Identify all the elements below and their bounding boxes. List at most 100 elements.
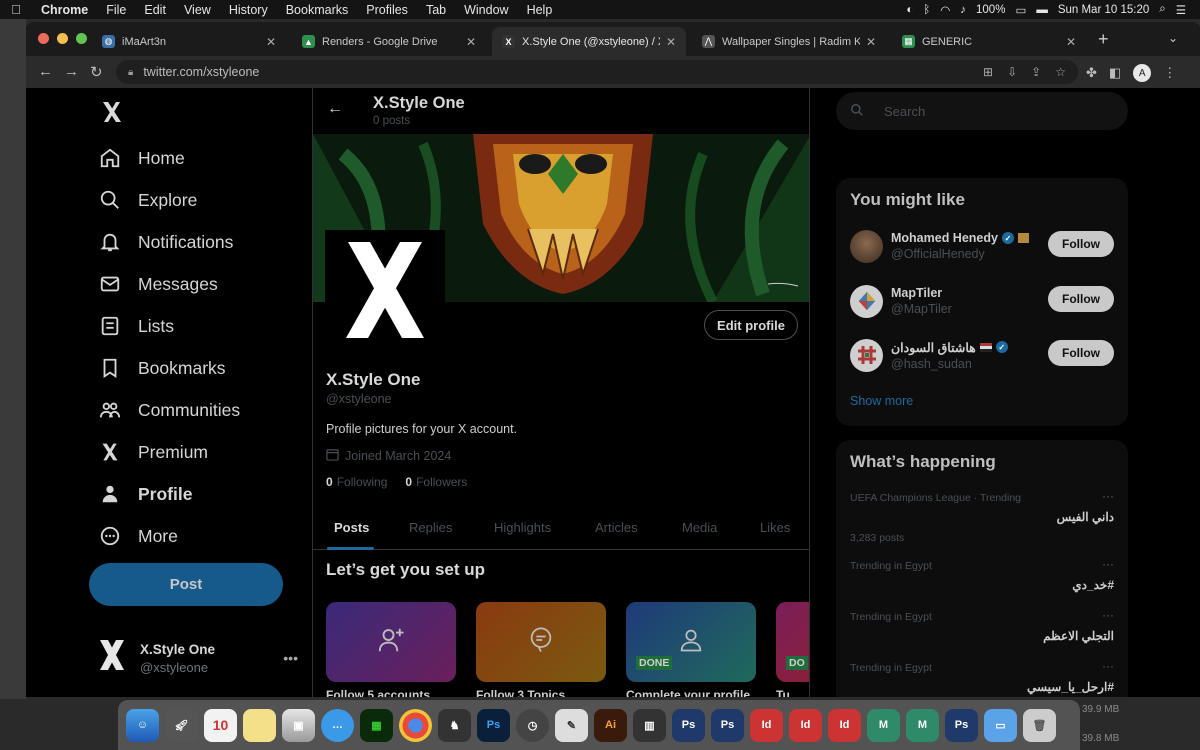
- back-button[interactable]: ←: [38, 63, 53, 80]
- tab-highlights[interactable]: Highlights: [494, 520, 551, 535]
- indd-file-icon[interactable]: Id: [789, 708, 822, 742]
- calendar-icon[interactable]: 10: [204, 708, 237, 742]
- psd-file-icon[interactable]: Ps: [945, 708, 978, 742]
- new-tab-button[interactable]: +: [1098, 29, 1109, 50]
- site-info-icon[interactable]: 🔒︎: [128, 67, 133, 78]
- url-text[interactable]: twitter.com/xstyleone: [143, 65, 259, 79]
- follow-button[interactable]: Follow: [1048, 286, 1114, 312]
- nav-item-messages[interactable]: Messages: [98, 264, 218, 304]
- nav-item-bookmarks[interactable]: Bookmarks: [98, 348, 226, 388]
- nav-item-home[interactable]: Home: [98, 138, 185, 178]
- spotlight-icon[interactable]: ⌕: [1159, 3, 1165, 16]
- menu-file[interactable]: File: [97, 3, 135, 17]
- preview-icon[interactable]: ▣: [282, 708, 315, 742]
- account-switcher[interactable]: X.Style One @xstyleone •••: [98, 636, 298, 680]
- control-center-icon[interactable]: ☰: [1176, 3, 1186, 17]
- activity-monitor-icon[interactable]: ▦: [360, 708, 393, 742]
- back-arrow-icon[interactable]: ←: [327, 100, 343, 118]
- wifi-icon[interactable]: ◠: [940, 3, 950, 17]
- trend-item[interactable]: Trending in Egypt التجلي الاعظم ···: [850, 608, 1114, 643]
- reload-button[interactable]: ↻: [90, 63, 103, 81]
- trend-item[interactable]: Trending in Egypt #ارحل_يا_سيسي ···: [850, 659, 1114, 694]
- menu-clock[interactable]: Sun Mar 10 15:20: [1058, 4, 1149, 16]
- tab-articles[interactable]: Articles: [595, 520, 638, 535]
- close-tab-icon[interactable]: ✕: [466, 35, 476, 49]
- folder-icon[interactable]: ▭: [984, 708, 1017, 742]
- psd-file-icon[interactable]: Ps: [711, 708, 744, 742]
- trend-item[interactable]: Trending in Egypt #خد_دي ···: [850, 557, 1114, 592]
- finder-icon[interactable]: ☺: [126, 708, 159, 742]
- time-machine-icon[interactable]: ◷: [516, 708, 549, 742]
- text-edit-icon[interactable]: ✎: [555, 708, 588, 742]
- nav-item-premium[interactable]: Premium: [98, 432, 208, 472]
- trend-item[interactable]: UEFA Champions League · Trending داني ال…: [850, 489, 1114, 544]
- chrome-icon[interactable]: [399, 708, 432, 742]
- messages-icon[interactable]: …: [321, 708, 354, 742]
- menu-history[interactable]: History: [220, 3, 277, 17]
- photoshop-icon[interactable]: Ps: [477, 708, 510, 742]
- tab-replies[interactable]: Replies: [409, 520, 452, 535]
- forward-button[interactable]: →: [64, 63, 79, 80]
- side-panel-icon[interactable]: ◧: [1109, 65, 1121, 81]
- close-window-button[interactable]: [38, 33, 49, 44]
- browser-tab-2[interactable]: ▲ Renders - Google Drive ✕: [292, 27, 486, 56]
- nav-item-more[interactable]: More: [98, 516, 178, 556]
- edit-profile-button[interactable]: Edit profile: [704, 310, 798, 340]
- menu-window[interactable]: Window: [455, 3, 517, 17]
- more-options-icon[interactable]: ···: [1102, 557, 1114, 571]
- menu-tab[interactable]: Tab: [417, 3, 455, 17]
- browser-tab-1[interactable]: ◍ iMaArt3n ✕: [92, 27, 286, 56]
- nav-item-communities[interactable]: Communities: [98, 390, 240, 430]
- tab-media[interactable]: Media: [682, 520, 717, 535]
- suggestion-row[interactable]: MapTiler @MapTiler Follow: [850, 281, 1114, 321]
- bluetooth-icon[interactable]: ᛒ: [923, 4, 930, 16]
- follow-button[interactable]: Follow: [1048, 231, 1114, 257]
- more-options-icon[interactable]: ···: [1102, 489, 1114, 503]
- chrome-menu-icon[interactable]: ⋮: [1163, 65, 1176, 81]
- share-icon[interactable]: ⇪: [1031, 65, 1041, 79]
- indd-file-icon[interactable]: Id: [828, 708, 861, 742]
- notes-icon[interactable]: [243, 708, 276, 742]
- followers-link[interactable]: 0 Followers: [405, 475, 467, 489]
- battery-icon[interactable]: ▭: [1015, 3, 1026, 17]
- setup-card-partial[interactable]: DO: [776, 602, 809, 682]
- address-bar[interactable]: 🔒︎ twitter.com/xstyleone ⊞ ⇩ ⇪ ☆: [116, 60, 1078, 84]
- profile-avatar-image[interactable]: [325, 230, 445, 350]
- menu-view[interactable]: View: [175, 3, 220, 17]
- menu-profiles[interactable]: Profiles: [357, 3, 417, 17]
- close-tab-icon[interactable]: ✕: [1066, 35, 1076, 49]
- archive-icon[interactable]: ▥: [633, 708, 666, 742]
- tab-posts[interactable]: Posts: [334, 520, 369, 535]
- more-options-icon[interactable]: •••: [283, 650, 298, 666]
- menu-app-name[interactable]: Chrome: [32, 3, 97, 17]
- suggestion-row[interactable]: Mohamed Henedy ✓ @OfficialHenedy Follow: [850, 226, 1114, 266]
- nav-item-profile[interactable]: Profile: [98, 474, 192, 514]
- nav-item-explore[interactable]: Explore: [98, 180, 197, 220]
- setup-card-complete-profile[interactable]: DONE: [626, 602, 756, 682]
- nav-item-lists[interactable]: Lists: [98, 306, 174, 346]
- profile-avatar[interactable]: A: [1133, 64, 1152, 82]
- zoom-window-button[interactable]: [76, 33, 87, 44]
- install-app-icon[interactable]: ⊞: [983, 65, 993, 79]
- close-tab-icon[interactable]: ✕: [866, 35, 876, 49]
- menu-edit[interactable]: Edit: [135, 3, 175, 17]
- setup-card-follow-accounts[interactable]: [326, 602, 456, 682]
- minimize-window-button[interactable]: [57, 33, 68, 44]
- extensions-icon[interactable]: ✤: [1086, 65, 1097, 81]
- mb-file-icon[interactable]: M: [906, 708, 939, 742]
- mb-file-icon[interactable]: M: [867, 708, 900, 742]
- more-options-icon[interactable]: ···: [1102, 659, 1114, 673]
- follow-button[interactable]: Follow: [1048, 340, 1114, 366]
- launchpad-icon[interactable]: 🚀︎: [165, 708, 198, 742]
- tab-likes[interactable]: Likes: [760, 520, 790, 535]
- flag-icon[interactable]: ▬: [1036, 4, 1048, 16]
- suggestion-row[interactable]: هاشتاق السودان ✓ @hash_sudan Follow: [850, 335, 1114, 375]
- apple-menu-icon[interactable]: : [0, 2, 32, 17]
- automator-icon[interactable]: ♞: [438, 708, 471, 742]
- trash-icon[interactable]: 🗑︎: [1023, 708, 1056, 742]
- show-more-link[interactable]: Show more: [850, 394, 913, 408]
- bookmark-star-icon[interactable]: ☆: [1055, 65, 1066, 79]
- browser-tab-5[interactable]: ▦ GENERIC ✕: [892, 27, 1086, 56]
- nav-item-notifications[interactable]: Notifications: [98, 222, 233, 262]
- tab-search-icon[interactable]: ⌄: [1168, 31, 1178, 45]
